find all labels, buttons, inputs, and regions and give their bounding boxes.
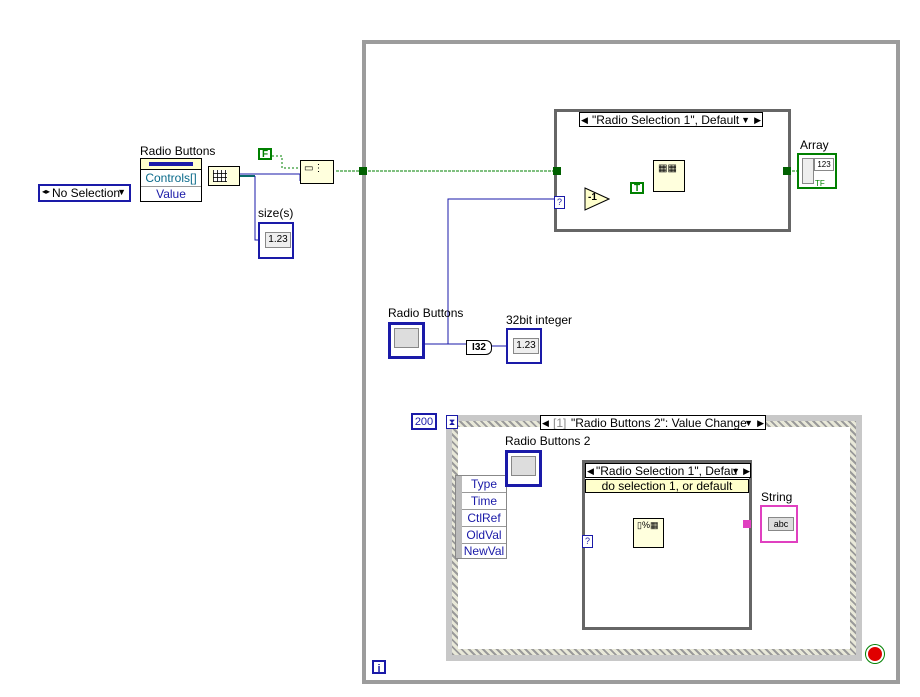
radio-2-icon: [511, 456, 536, 476]
event-next-icon[interactable]: ▶: [757, 416, 764, 429]
radio-control-2-label: Radio Buttons 2: [505, 434, 591, 448]
event-data-time[interactable]: Time: [462, 493, 506, 510]
int-display: 1.23: [513, 338, 539, 354]
event-data-oldval[interactable]: OldVal: [462, 527, 506, 544]
size-indicator: 1.23: [258, 222, 294, 259]
initialize-array-function[interactable]: ▭⋮: [300, 160, 334, 184]
enum-increment-icon[interactable]: ◂▸: [42, 187, 50, 196]
array-type-label: TF: [815, 179, 825, 188]
inner-case-prev-icon[interactable]: ◀: [587, 464, 594, 477]
to-i32-function[interactable]: I32: [466, 340, 492, 355]
size-indicator-label: size(s): [258, 206, 294, 220]
int-indicator: 1.23: [506, 328, 542, 364]
subdiagram-label: do selection 1, or default: [585, 479, 749, 493]
event-data-ctlref[interactable]: CtlRef: [462, 510, 506, 527]
loop-iteration-terminal: i: [372, 660, 386, 675]
stop-terminal-icon[interactable]: [866, 645, 884, 663]
case-selector-top[interactable]: ◀ "Radio Selection 1", Default ▼ ▶: [579, 112, 763, 127]
format-icon: ▯%▦: [637, 520, 659, 530]
case-selector-inner[interactable]: ◀ "Radio Selection 1", Defau ▼ ▶: [585, 463, 751, 478]
array-index-display: [802, 158, 814, 184]
false-constant[interactable]: F: [258, 148, 272, 160]
array-display: 123: [814, 158, 834, 171]
event-selector-text: "Radio Buttons 2": Value Change: [571, 416, 747, 430]
property-row-controls[interactable]: Controls[]: [141, 170, 201, 187]
array-indicator-label: Array: [800, 138, 829, 152]
replace-array-subset[interactable]: ▦▦: [653, 160, 685, 192]
property-row-value[interactable]: Value: [141, 187, 201, 202]
timeout-terminal-icon: ⧗: [446, 415, 458, 429]
array-indicator: 123 TF: [797, 153, 837, 189]
case-selector-text: "Radio Selection 1", Default: [592, 113, 740, 127]
true-constant[interactable]: T: [630, 182, 644, 194]
inner-case-selector-text: "Radio Selection 1", Defau: [596, 464, 738, 478]
event-data-type[interactable]: Type: [462, 476, 506, 493]
case-tunnel-in: [553, 167, 561, 175]
replace-subset-icon: ▦▦: [658, 163, 677, 174]
case-next-icon[interactable]: ▶: [754, 113, 761, 126]
event-data-node: Type Time CtlRef OldVal NewVal: [455, 475, 507, 559]
decrement-label: -1: [588, 192, 597, 203]
int-indicator-label: 32bit integer: [506, 313, 573, 327]
case-prev-icon[interactable]: ◀: [581, 113, 588, 126]
event-index: [1]: [553, 416, 567, 430]
enum-value: No Selection: [52, 186, 121, 200]
string-indicator: abc: [760, 505, 798, 543]
event-prev-icon[interactable]: ◀: [542, 416, 549, 429]
radio-control-1[interactable]: [388, 322, 425, 359]
string-tunnel: [743, 520, 751, 528]
loop-tunnel: [359, 167, 367, 175]
string-indicator-label: String: [761, 490, 793, 504]
inner-case-selector-terminal[interactable]: ?: [582, 535, 593, 548]
build-array-icon: ▭⋮: [304, 163, 324, 174]
case-dropdown-icon[interactable]: ▼: [741, 113, 750, 126]
enum-control[interactable]: ◂▸ No Selection ▼: [38, 184, 131, 202]
array-size-function[interactable]: [208, 166, 240, 186]
property-node-header-icon: [141, 159, 201, 170]
case-selector-terminal[interactable]: ?: [554, 196, 565, 209]
property-node-label: Radio Buttons: [140, 144, 216, 158]
event-data-newval[interactable]: NewVal: [462, 543, 506, 560]
array-grid-icon: [213, 170, 227, 182]
false-wire: [272, 155, 300, 169]
string-display: abc: [768, 517, 794, 531]
case-tunnel-out: [783, 167, 791, 175]
inner-case-dropdown-icon[interactable]: ▼: [731, 464, 740, 477]
radio-control-1-label: Radio Buttons: [388, 306, 464, 320]
inner-case-next-icon[interactable]: ▶: [743, 464, 750, 477]
dropdown-arrow-icon[interactable]: ▼: [117, 187, 126, 197]
radio-icon: [394, 328, 419, 348]
format-string-function[interactable]: ▯%▦: [633, 518, 664, 548]
property-node[interactable]: Controls[] Value: [140, 158, 202, 202]
event-selector[interactable]: ◀ [1] "Radio Buttons 2": Value Change ▼ …: [540, 415, 766, 430]
radio-control-2[interactable]: [505, 450, 542, 487]
timeout-constant[interactable]: 200: [411, 413, 437, 430]
case-structure-inner: ◀ "Radio Selection 1", Defau ▼ ▶ do sele…: [582, 460, 752, 630]
event-dropdown-icon[interactable]: ▼: [744, 416, 753, 429]
size-display: 1.23: [265, 232, 291, 248]
